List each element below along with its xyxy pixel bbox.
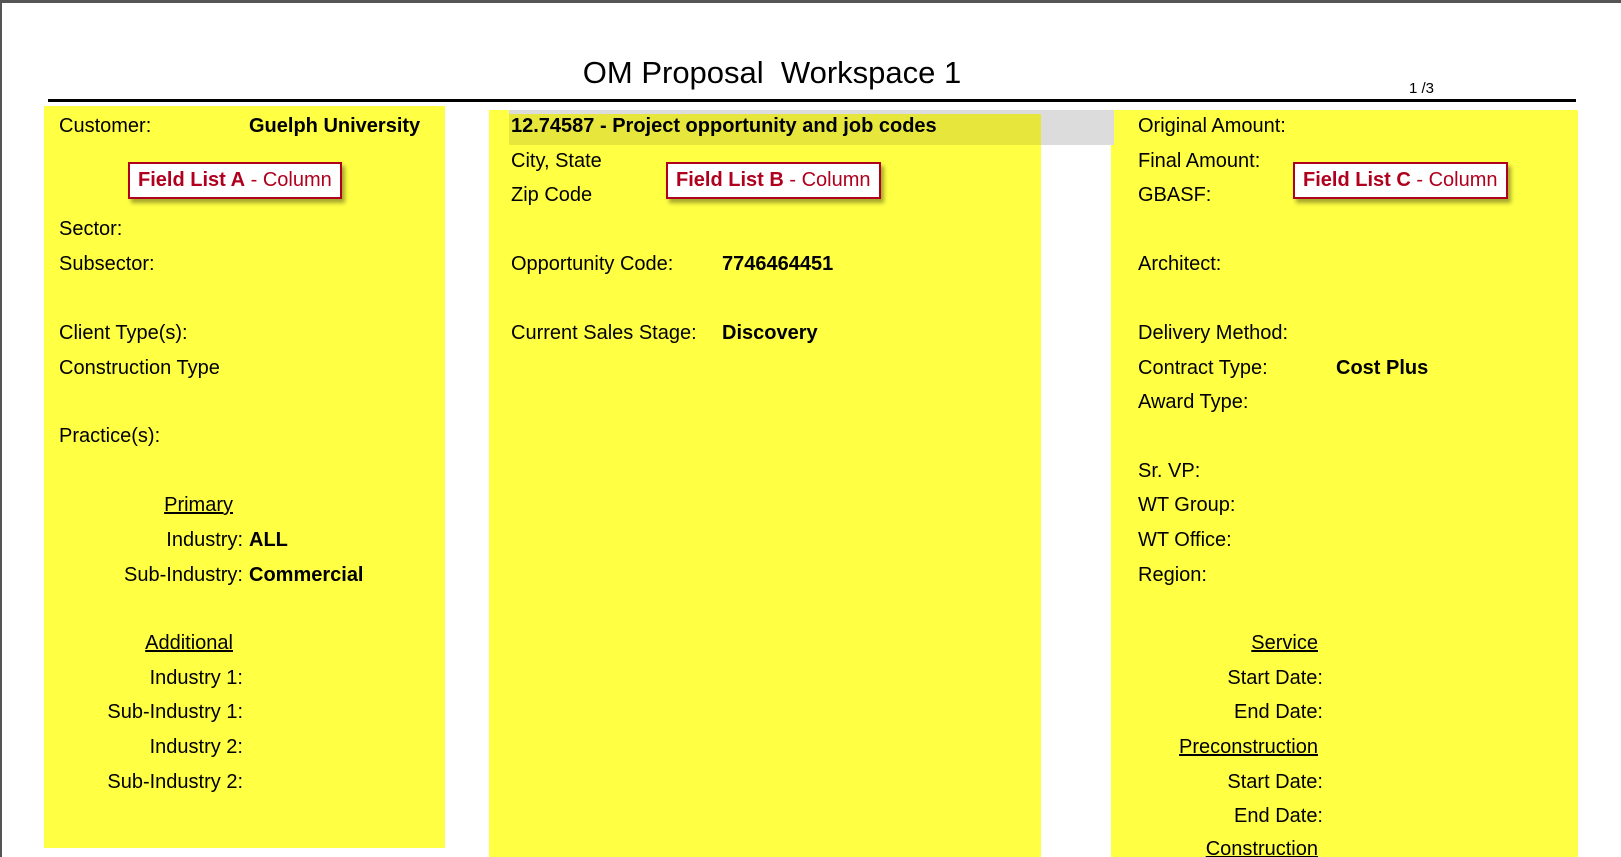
page-title: OM Proposal Workspace 1	[582, 55, 962, 90]
industry-2-label: Industry 2:	[149, 736, 243, 758]
industry-1-label: Industry 1:	[149, 667, 243, 689]
sector-label: Sector:	[59, 218, 123, 240]
additional-heading: Additional	[145, 632, 233, 654]
delivery-method-label: Delivery Method:	[1138, 322, 1289, 344]
wt-office-label: WT Office:	[1138, 529, 1232, 551]
customer-value: Guelph University	[249, 115, 421, 137]
wt-group-label: WT Group:	[1138, 494, 1236, 516]
contract-type-label: Contract Type:	[1138, 357, 1268, 379]
project-heading: 12.74587 - Project opportunity and job c…	[511, 115, 937, 137]
construction-heading: Construction	[1205, 838, 1318, 857]
sub-industry-2-label: Sub-Industry 2:	[107, 771, 243, 793]
architect-label: Architect:	[1138, 253, 1222, 275]
industry-label: Industry:	[166, 529, 243, 551]
subsector-label: Subsector:	[59, 253, 155, 275]
sub-industry-value: Commercial	[249, 564, 364, 586]
sales-stage-value: Discovery	[722, 322, 818, 344]
sub-industry-1-label: Sub-Industry 1:	[107, 701, 243, 723]
precon-start-date-label: Start Date:	[1227, 771, 1323, 793]
page-indicator: 1 /3	[1409, 80, 1435, 97]
contract-type-value: Cost Plus	[1336, 357, 1429, 379]
final-amount-label: Final Amount:	[1138, 150, 1261, 172]
field-list-b-callout-name: Field List B	[676, 169, 784, 191]
industry-value: ALL	[249, 529, 288, 551]
precon-end-date-label: End Date:	[1234, 805, 1323, 827]
service-end-date-label: End Date:	[1234, 701, 1323, 723]
field-list-c-callout-suffix: - Column	[1410, 169, 1498, 191]
gbasf-label: GBASF:	[1138, 184, 1212, 206]
construction-type-label: Construction Type	[59, 357, 220, 379]
report-page: OM Proposal Workspace 1 1 /3 Customer: G…	[0, 0, 1621, 857]
field-list-a-callout-suffix: - Column	[245, 169, 332, 191]
opportunity-code-label: Opportunity Code:	[511, 253, 674, 275]
field-list-a-callout: Field List A - Column	[128, 162, 342, 199]
region-label: Region:	[1138, 564, 1207, 586]
service-start-date-label: Start Date:	[1227, 667, 1323, 689]
client-types-label: Client Type(s):	[59, 322, 188, 344]
preconstruction-heading: Preconstruction	[1179, 736, 1318, 758]
field-list-b-callout-suffix: - Column	[783, 169, 871, 191]
city-state-label: City, State	[511, 150, 602, 172]
field-list-c-callout: Field List C - Column	[1293, 162, 1508, 199]
original-amount-label: Original Amount:	[1138, 115, 1286, 137]
field-list-c-callout-name: Field List C	[1303, 169, 1411, 191]
award-type-label: Award Type:	[1138, 391, 1249, 413]
practices-label: Practice(s):	[59, 425, 161, 447]
sub-industry-label: Sub-Industry:	[124, 564, 243, 586]
field-list-b-column	[489, 110, 1041, 857]
service-heading: Service	[1251, 632, 1318, 654]
sr-vp-label: Sr. VP:	[1138, 460, 1201, 482]
title-rule	[48, 99, 1576, 102]
field-list-b-callout: Field List B - Column	[666, 162, 881, 199]
field-list-a-callout-name: Field List A	[138, 169, 246, 191]
customer-label: Customer:	[59, 115, 152, 137]
primary-heading: Primary	[164, 494, 233, 516]
sales-stage-label: Current Sales Stage:	[511, 322, 697, 344]
zip-code-label: Zip Code	[511, 184, 593, 206]
opportunity-code-value: 7746464451	[722, 253, 834, 275]
